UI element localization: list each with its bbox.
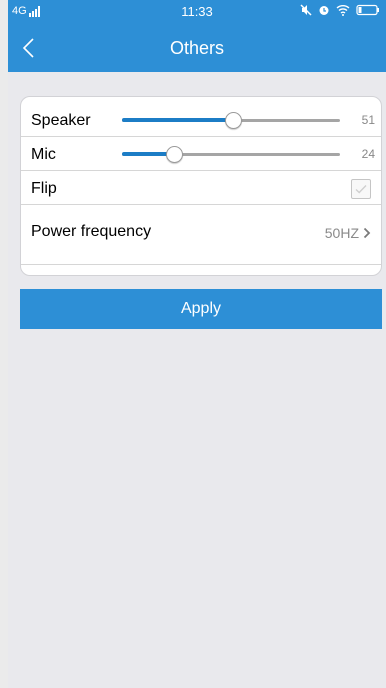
mic-value: 24 — [361, 147, 375, 161]
speaker-slider[interactable] — [122, 112, 340, 129]
battery-icon — [356, 4, 379, 16]
mic-row: Mic 24 — [21, 137, 381, 171]
power-frequency-row[interactable]: Power frequency 50HZ — [21, 205, 381, 265]
speaker-slider-thumb[interactable] — [225, 112, 243, 129]
flip-label: Flip — [31, 180, 57, 197]
speaker-row: Speaker 51 — [21, 103, 381, 137]
mic-slider-thumb[interactable] — [166, 146, 184, 163]
page-title: Others — [169, 38, 225, 58]
apply-button[interactable]: Apply — [20, 289, 382, 329]
settings-card: Speaker 51 Mic 24 Flip Power frequency 5… — [20, 96, 382, 276]
status-bar: 4G 11:33 — [8, 0, 386, 24]
flip-checkbox[interactable] — [351, 179, 371, 199]
power-frequency-selector[interactable]: 50HZ — [325, 225, 371, 241]
wifi-icon — [336, 5, 350, 16]
alarm-icon — [319, 6, 329, 15]
flip-row: Flip — [21, 171, 381, 205]
checkmark-icon — [355, 185, 367, 194]
navigation-bar: Others — [8, 24, 386, 72]
chevron-right-icon — [363, 227, 371, 239]
power-frequency-label: Power frequency — [31, 223, 152, 240]
mute-icon — [300, 4, 312, 16]
status-icons — [300, 4, 380, 16]
power-frequency-value: 50HZ — [324, 225, 359, 241]
speaker-label: Speaker — [31, 112, 91, 129]
mic-slider[interactable] — [122, 146, 340, 163]
screen: 4G 11:33 Others Speaker 51 Mic 24 Flip P… — [8, 0, 386, 688]
speaker-value: 51 — [361, 113, 375, 127]
mic-label: Mic — [31, 146, 56, 163]
speaker-slider-fill — [122, 118, 234, 122]
